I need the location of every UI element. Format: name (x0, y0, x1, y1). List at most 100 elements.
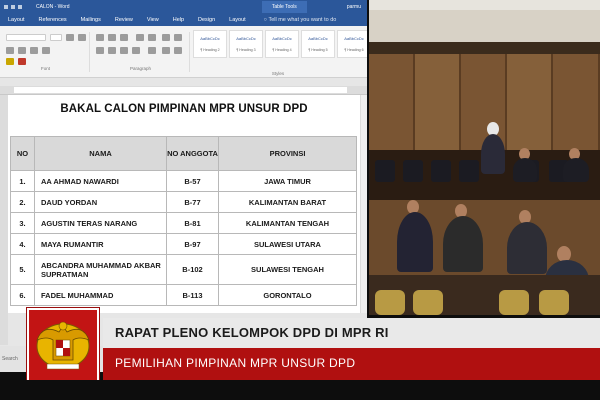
table-row: 4. MAYA RUMANTIR B-97 SULAWESI UTARA (10, 233, 357, 255)
quick-access-toolbar[interactable] (0, 5, 26, 9)
broadcast-title: RAPAT PLENO KELOMPOK DPD DI MPR RI (115, 325, 389, 340)
cell-nama: AGUSTIN TERAS NARANG (34, 212, 167, 234)
cell-nama: DAUD YORDAN (34, 191, 167, 213)
style-heading-5[interactable]: AaBbCcDc ¶ Heading 5 (301, 30, 335, 58)
horizontal-ruler[interactable] (0, 86, 367, 95)
font-color-icon[interactable] (18, 58, 26, 65)
taskbar-search[interactable]: Search (0, 356, 18, 362)
highlight-icon[interactable] (6, 58, 14, 65)
header-provinsi: PROVINSI (218, 136, 357, 171)
style-heading-6[interactable]: AaBbCcDc ¶ Heading 6 (337, 30, 367, 58)
decrease-indent-icon[interactable] (136, 34, 144, 41)
styles-group-label: Styles (271, 71, 285, 76)
shrink-font-icon[interactable] (78, 34, 86, 41)
header-no: NO (10, 136, 35, 171)
cell-anggota: B-113 (166, 284, 219, 306)
borders-icon[interactable] (174, 47, 182, 54)
document-title: CALON - Word (36, 4, 70, 10)
cell-no: 1. (10, 170, 35, 192)
tab-mailings[interactable]: Mailings (81, 17, 101, 23)
align-center-icon[interactable] (108, 47, 116, 54)
user-name[interactable]: parmu (347, 4, 367, 10)
show-marks-icon[interactable] (174, 34, 182, 41)
tab-review[interactable]: Review (115, 17, 133, 23)
style-sample: AaBbCcDc (308, 36, 328, 42)
context-tab-label: Table Tools (261, 1, 307, 13)
cell-anggota: B-102 (166, 254, 219, 285)
align-right-icon[interactable] (120, 47, 128, 54)
wall-panel (415, 54, 461, 154)
style-name: ¶ Heading 6 (344, 47, 364, 52)
tab-help[interactable]: Help (173, 17, 184, 23)
cell-provinsi: GORONTALO (218, 284, 357, 306)
ribbon: Font Paragraph AaBbCcDc ¶ Heading 2 AaBb… (0, 26, 367, 78)
lightbulb-icon: ○ (263, 17, 267, 23)
cell-anggota: B-57 (166, 170, 219, 192)
candidates-table[interactable]: NO NAMA NO ANGGOTA PROVINSI 1. AA AHMAD … (10, 136, 357, 306)
tab-table-layout[interactable]: Layout (229, 17, 246, 23)
tab-layout[interactable]: Layout (8, 17, 25, 23)
table-row: 2. DAUD YORDAN B-77 KALIMANTAN BARAT (10, 191, 357, 213)
cell-no: 6. (10, 284, 35, 306)
document-page[interactable]: BAKAL CALON PIMPINAN MPR UNSUR DPD NO NA… (8, 95, 360, 313)
bottom-strip (0, 380, 600, 400)
ribbon-tabs: Layout References Mailings Review View H… (0, 14, 367, 26)
table-row: 3. AGUSTIN TERAS NARANG B-81 KALIMANTAN … (10, 212, 357, 234)
tab-design[interactable]: Design (198, 17, 215, 23)
numbering-icon[interactable] (108, 34, 116, 41)
font-name-box[interactable] (6, 34, 46, 41)
sort-icon[interactable] (162, 34, 170, 41)
style-heading-3[interactable]: AaBbCcDc ¶ Heading 3 (229, 30, 263, 58)
style-heading-4[interactable]: AaBbCcDc ¶ Heading 4 (265, 30, 299, 58)
chair (539, 290, 569, 315)
styles-gallery: AaBbCcDc ¶ Heading 2 AaBbCcDc ¶ Heading … (193, 30, 367, 58)
cell-nama: AA AHMAD NAWARDI (34, 170, 167, 192)
chair (499, 290, 529, 315)
align-left-icon[interactable] (96, 47, 104, 54)
bench-seat (459, 160, 479, 182)
cell-provinsi: JAWA TIMUR (218, 170, 357, 192)
ceiling-band (369, 10, 600, 42)
cell-provinsi: SULAWESI TENGAH (218, 254, 357, 285)
cell-provinsi: SULAWESI UTARA (218, 233, 357, 255)
wall-panel (553, 54, 600, 154)
cell-provinsi: KALIMANTAN TENGAH (218, 212, 357, 234)
tell-me-search[interactable]: ○ Tell me what you want to do (264, 17, 337, 23)
bold-icon[interactable] (6, 47, 14, 54)
strikethrough-icon[interactable] (42, 47, 50, 54)
style-name: ¶ Heading 5 (308, 47, 328, 52)
bench-seat (403, 160, 423, 182)
wall-panel (369, 54, 415, 154)
chair (375, 290, 405, 315)
paragraph-group-label: Paragraph (129, 66, 151, 71)
person (563, 158, 589, 182)
underline-icon[interactable] (30, 47, 38, 54)
increase-indent-icon[interactable] (148, 34, 156, 41)
table-row: 5. ABCANDRA MUHAMMAD AKBAR SUPRATMAN B-1… (10, 254, 357, 285)
justify-icon[interactable] (132, 47, 140, 54)
font-size-box[interactable] (50, 34, 62, 41)
garuda-emblem-icon (27, 308, 99, 382)
bench-seat (375, 160, 395, 182)
person (507, 222, 547, 274)
tab-view[interactable]: View (147, 17, 159, 23)
person (513, 158, 537, 182)
person (443, 216, 483, 272)
shading-icon[interactable] (162, 47, 170, 54)
multilevel-list-icon[interactable] (120, 34, 128, 41)
bullets-icon[interactable] (96, 34, 104, 41)
italic-icon[interactable] (18, 47, 26, 54)
vertical-scrollbar[interactable] (360, 95, 367, 313)
tab-references[interactable]: References (39, 17, 67, 23)
style-sample: AaBbCcDc (200, 36, 220, 42)
header-nama: NAMA (34, 136, 167, 171)
cell-no: 5. (10, 254, 35, 285)
grow-font-icon[interactable] (66, 34, 74, 41)
video-top-strip (369, 0, 600, 10)
style-heading-2[interactable]: AaBbCcDc ¶ Heading 2 (193, 30, 227, 58)
cell-nama: ABCANDRA MUHAMMAD AKBAR SUPRATMAN (34, 254, 167, 285)
style-name: ¶ Heading 4 (272, 47, 292, 52)
line-spacing-icon[interactable] (148, 47, 156, 54)
style-name: ¶ Heading 3 (236, 47, 256, 52)
cell-anggota: B-97 (166, 233, 219, 255)
